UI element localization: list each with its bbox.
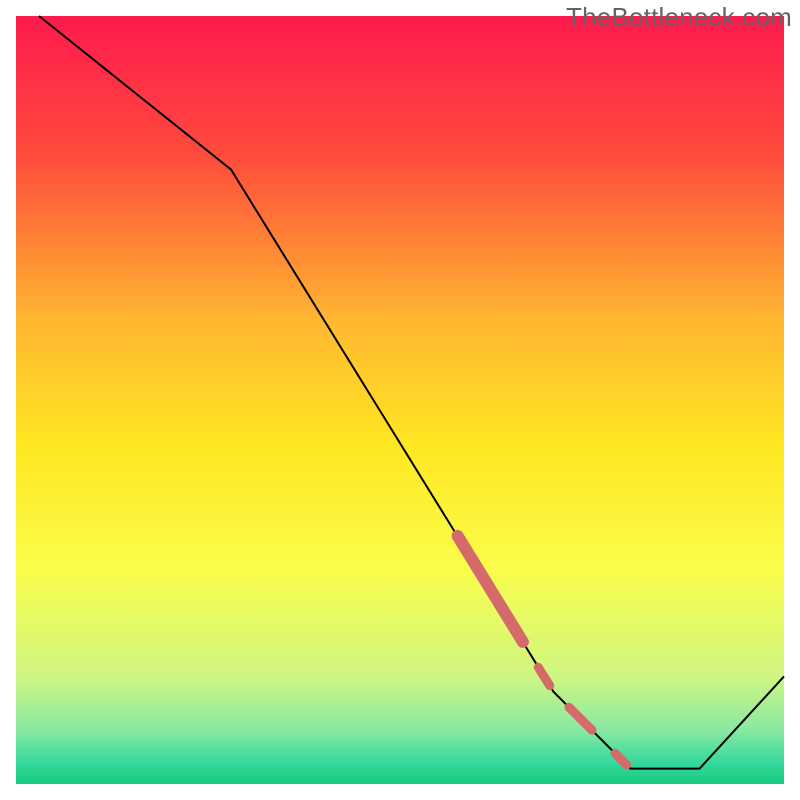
- watermark-text: TheBottleneck.com: [566, 2, 792, 33]
- bottleneck-chart: [0, 0, 800, 800]
- chart-background-gradient: [16, 16, 784, 784]
- chart-container: TheBottleneck.com: [0, 0, 800, 800]
